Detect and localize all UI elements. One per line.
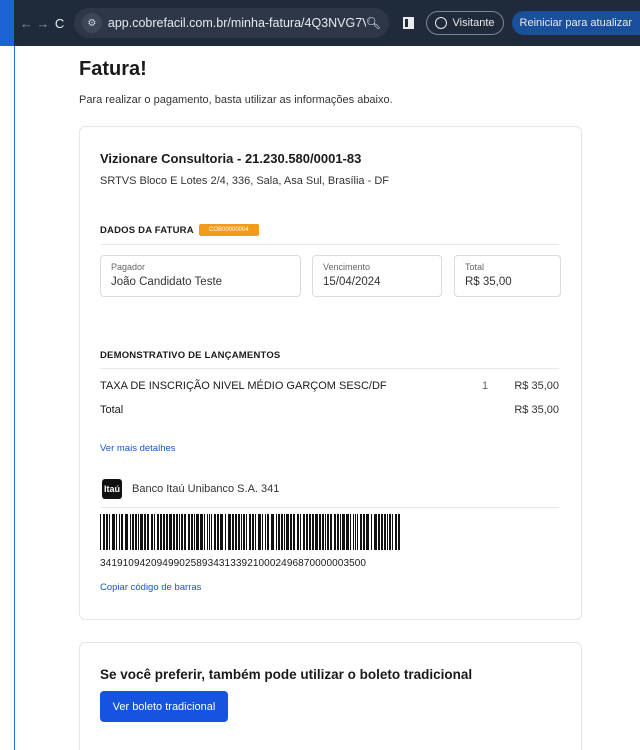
barcode-image	[100, 514, 400, 550]
statement-heading: DEMONSTRATIVO DE LANÇAMENTOS	[100, 350, 281, 361]
due-date-label: Vencimento	[323, 262, 371, 272]
total-field: Total R$ 35,00	[454, 255, 561, 297]
barcode-number: 3419109420949902589343133921000249687000…	[100, 558, 367, 569]
page-title: Fatura!	[79, 58, 147, 80]
itau-logo: Itaú	[102, 479, 122, 499]
reload-icon[interactable]: C	[51, 12, 68, 34]
divider	[100, 244, 559, 245]
total-label: Total	[100, 404, 124, 416]
company-address: SRTVS Bloco E Lotes 2/4, 336, Sala, Asa …	[100, 175, 389, 187]
traditional-boleto-title: Se você preferir, também pode utilizar o…	[100, 667, 473, 682]
total-field-value: R$ 35,00	[465, 276, 512, 288]
page-content: Fatura! Para realizar o pagamento, basta…	[14, 46, 640, 750]
page-subtitle: Para realizar o pagamento, basta utiliza…	[79, 94, 393, 106]
invoice-card: Vizionare Consultoria - 21.230.580/0001-…	[79, 126, 582, 620]
line-item-quantity: 1	[482, 380, 489, 392]
site-settings-icon[interactable]: ⚙	[81, 13, 102, 33]
zoom-icon[interactable]: 🔍︎	[366, 16, 381, 30]
profile-button[interactable]: Visitante	[425, 11, 504, 35]
forward-icon[interactable]: →	[35, 12, 52, 34]
side-panel-icon[interactable]	[402, 17, 414, 29]
invoice-data-heading: DADOS DA FATURA	[100, 225, 194, 236]
total-value: R$ 35,00	[514, 404, 559, 416]
browser-toolbar: ← → C ⚙ app.cobrefacil.com.br/minha-fatu…	[0, 0, 640, 46]
divider	[100, 507, 559, 508]
url-text[interactable]: app.cobrefacil.com.br/minha-fatura/4Q3NV…	[108, 16, 366, 30]
due-date-field: Vencimento 15/04/2024	[312, 255, 442, 297]
line-item-value: R$ 35,00	[514, 380, 559, 392]
profile-label: Visitante	[452, 17, 495, 29]
copy-barcode-link[interactable]: Copiar código de barras	[100, 582, 201, 593]
bank-name: Banco Itaú Unibanco S.A. 341	[132, 483, 280, 495]
payer-value: João Candidato Teste	[111, 276, 223, 288]
view-traditional-boleto-button[interactable]: Ver boleto tradicional	[100, 691, 228, 722]
payer-label: Pagador	[111, 262, 146, 272]
total-field-label: Total	[465, 262, 485, 272]
update-button[interactable]: Reiniciar para atualizar	[511, 11, 640, 35]
due-date-value: 15/04/2024	[323, 276, 381, 288]
divider	[100, 368, 559, 369]
payer-field: Pagador João Candidato Teste	[100, 255, 301, 297]
company-name: Vizionare Consultoria - 21.230.580/0001-…	[100, 151, 362, 166]
traditional-boleto-card: Se você preferir, também pode utilizar o…	[79, 642, 582, 750]
more-details-link[interactable]: Ver mais detalhes	[100, 443, 176, 454]
address-bar[interactable]: ⚙ app.cobrefacil.com.br/minha-fatura/4Q3…	[73, 8, 389, 38]
back-icon[interactable]: ←	[18, 12, 35, 34]
line-item-description: TAXA DE INSCRIÇÃO NIVEL MÉDIO GARÇOM SES…	[100, 380, 387, 392]
profile-icon	[434, 17, 447, 29]
invoice-code-badge: COB00000004	[199, 224, 259, 236]
